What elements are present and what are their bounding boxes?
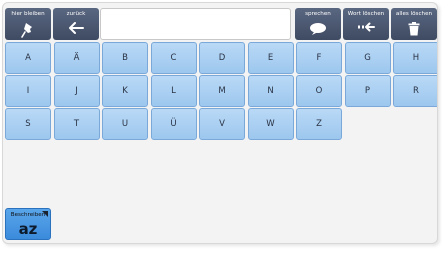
- speak-label: sprechen: [305, 11, 331, 17]
- key-k[interactable]: K: [102, 75, 148, 107]
- key-f[interactable]: F: [296, 42, 342, 74]
- key-v[interactable]: V: [199, 108, 245, 140]
- stay-here-button[interactable]: hier bleiben: [5, 8, 51, 40]
- key-w[interactable]: W: [247, 108, 294, 140]
- az-icon: az: [18, 220, 38, 238]
- text-input[interactable]: [100, 8, 291, 40]
- key-c[interactable]: C: [150, 42, 197, 74]
- key-l[interactable]: L: [150, 75, 197, 107]
- key-a[interactable]: A: [5, 42, 51, 74]
- describe-button[interactable]: Beschreiben az: [5, 208, 51, 240]
- key-g[interactable]: G: [344, 42, 391, 74]
- arrow-left-icon: [69, 22, 84, 34]
- app-frame: hier bleiben zurück sprechen Wort lösche…: [2, 2, 438, 244]
- key-n[interactable]: N: [247, 75, 294, 107]
- speech-bubble-icon: [310, 23, 326, 35]
- back-label: zurück: [66, 11, 86, 17]
- key-u[interactable]: U: [102, 108, 148, 140]
- stay-here-label: hier bleiben: [11, 11, 45, 17]
- pin-icon: [21, 23, 32, 38]
- key-t[interactable]: T: [53, 108, 100, 140]
- backspace-arrow-icon: [358, 22, 375, 32]
- speak-button[interactable]: sprechen: [295, 8, 341, 40]
- key-ü[interactable]: Ü: [150, 108, 197, 140]
- key-i[interactable]: I: [5, 75, 51, 107]
- key-z[interactable]: Z: [296, 108, 342, 140]
- key-o[interactable]: O: [296, 75, 342, 107]
- key-d[interactable]: D: [199, 42, 245, 74]
- key-r[interactable]: R: [393, 75, 437, 107]
- delete-word-button[interactable]: Wort löschen: [343, 8, 389, 40]
- key-b[interactable]: B: [102, 42, 148, 74]
- key-s[interactable]: S: [5, 108, 51, 140]
- delete-all-label: alles löschen: [395, 11, 433, 17]
- key-ä[interactable]: Ä: [53, 42, 100, 74]
- delete-all-button[interactable]: alles löschen: [391, 8, 437, 40]
- key-m[interactable]: M: [199, 75, 245, 107]
- describe-label: Beschreiben: [10, 212, 46, 218]
- key-e[interactable]: E: [247, 42, 294, 74]
- back-button[interactable]: zurück: [53, 8, 99, 40]
- key-h[interactable]: H: [393, 42, 437, 74]
- key-p[interactable]: P: [344, 75, 391, 107]
- key-j[interactable]: J: [53, 75, 100, 107]
- trash-icon: [408, 22, 420, 36]
- delete-word-label: Wort löschen: [347, 11, 385, 17]
